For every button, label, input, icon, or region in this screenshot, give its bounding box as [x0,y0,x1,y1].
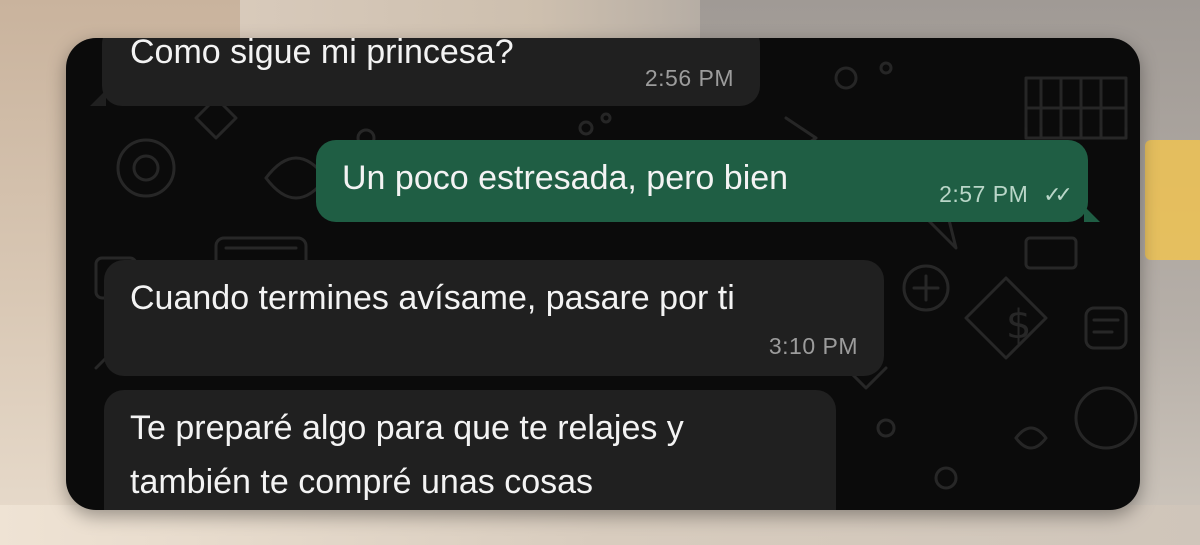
message-text: Como sigue mi princesa? [130,38,514,71]
message-bubble-outgoing[interactable]: Un poco estresada, pero bien 2:57 PM ✓✓ [316,140,1100,222]
background-yellow-object [1145,140,1200,260]
chat-panel: $ Como sigue mi princesa? 2:56 PM Un poc… [66,38,1140,510]
message-bubble-incoming[interactable]: Te preparé algo para que te relajes y ta… [104,390,836,510]
double-check-icon: ✓✓ [1043,181,1073,207]
message-bubble-incoming[interactable]: Como sigue mi princesa? 2:56 PM [90,38,760,106]
message-text: Cuando termines avísame, pasare por ti [130,279,735,317]
message-bubble-incoming[interactable]: Cuando termines avísame, pasare por ti 3… [104,260,884,376]
message-timestamp: 2:57 PM [939,180,1029,207]
bubble-tail [1084,206,1100,222]
message-timestamp: 3:10 PM [768,332,858,359]
background-floor [0,505,1200,545]
message-meta: 2:57 PM ✓✓ [939,179,1073,210]
message-text-line: Te preparé algo para que te relajes y [130,409,684,447]
message-text-line: también te compré unas cosas [130,463,594,501]
message-text: Un poco estresada, pero bien [342,159,789,197]
bubble-tail [90,90,106,106]
message-timestamp: 2:56 PM [644,64,734,91]
svg-text:$: $ [1006,302,1031,348]
